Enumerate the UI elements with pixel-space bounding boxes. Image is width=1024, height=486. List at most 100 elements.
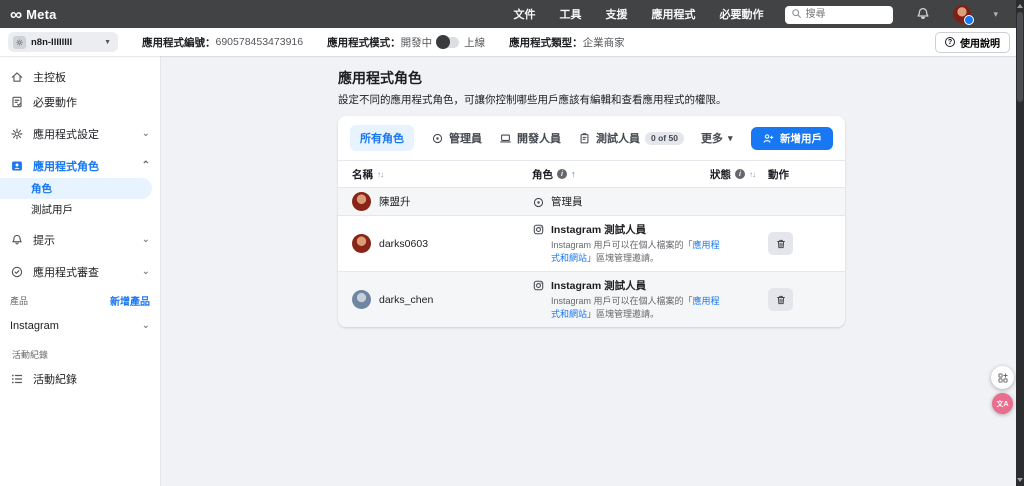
menu-tools[interactable]: 工具 (559, 6, 581, 22)
role-title: Instagram 測試人員 (551, 278, 721, 293)
extension-grid-button[interactable] (991, 366, 1014, 389)
scroll-up-arrow[interactable] (1017, 4, 1023, 8)
app-selector-caret-icon: ▼ (104, 39, 111, 46)
page-subtitle: 設定不同的應用程式角色，可讓你控制哪些用戶應該有編輯和查看應用程式的權限。 (338, 92, 1024, 107)
grid-plus-icon (997, 372, 1009, 384)
sidebar-subitem-test-users[interactable]: 測試用戶 (0, 199, 152, 220)
bell-icon (10, 233, 24, 247)
scroll-down-arrow[interactable] (1017, 478, 1023, 482)
help-button[interactable]: ? 使用說明 (935, 32, 1010, 53)
app-mode-toggle[interactable] (437, 37, 459, 48)
menu-required-actions[interactable]: 必要動作 (719, 6, 763, 22)
description-text: 」區塊管理邀請。 (587, 253, 659, 263)
translate-button[interactable]: 文A (992, 393, 1013, 414)
app-type-label: 應用程式類型： (509, 35, 583, 50)
top-menu: 文件 工具 支援 應用程式 必要動作 (513, 6, 763, 22)
brand-name: Meta (26, 7, 56, 22)
tab-label: 測試人員 (596, 130, 640, 146)
user-name-cell: darks0603 (352, 234, 532, 253)
tab-developers[interactable]: 開發人員 (499, 130, 561, 146)
activity-list-icon (10, 372, 24, 386)
sidebar-item-label: 應用程式設定 (33, 126, 99, 142)
facebook-badge-icon (964, 15, 974, 25)
roles-card: 所有角色 管理員 開發人員 測試人員 0 of 50 更多 ▾ (338, 116, 845, 327)
menu-docs[interactable]: 文件 (513, 6, 535, 22)
app-selector-dropdown[interactable]: n8n-IIIIIIII ▼ (8, 32, 118, 52)
role-description: Instagram 用戶可以在個人檔案的「應用程式和網站」區塊管理邀請。 (551, 239, 721, 265)
user-avatar[interactable] (953, 5, 971, 23)
sidebar-item-label: 應用程式角色 (33, 158, 99, 174)
roles-badge-icon (10, 159, 24, 173)
sidebar-item-app-settings[interactable]: 應用程式設定 ⌄ (0, 121, 160, 146)
sidebar-item-required-actions[interactable]: 必要動作 (0, 89, 160, 114)
column-header-action: 動作 (768, 167, 833, 182)
tab-label: 管理員 (449, 130, 482, 146)
delete-user-button[interactable] (768, 232, 793, 255)
sidebar-item-alerts[interactable]: 提示 ⌄ (0, 227, 160, 252)
description-text: Instagram 用戶可以在個人檔案的「 (551, 296, 693, 306)
user-name: darks0603 (379, 238, 428, 250)
column-header-status[interactable]: 狀態 i ↑↓ (710, 167, 768, 182)
app-type-value: 企業商家 (583, 35, 625, 50)
trash-icon (775, 294, 787, 306)
role-filter-tabs: 所有角色 管理員 開發人員 測試人員 0 of 50 更多 ▾ (338, 116, 845, 160)
sidebar-item-activity-log[interactable]: 活動紀錄 (0, 366, 160, 391)
sidebar-item-instagram[interactable]: Instagram ⌄ (0, 313, 160, 338)
tab-label: 開發人員 (517, 130, 561, 146)
home-icon (10, 70, 24, 84)
menu-apps[interactable]: 應用程式 (651, 6, 695, 22)
sidebar-item-app-roles[interactable]: 應用程式角色 ⌃ (0, 153, 160, 178)
tab-label: 更多 (701, 130, 723, 146)
column-header-name[interactable]: 名稱 ↑↓ (352, 167, 532, 182)
tab-administrators[interactable]: 管理員 (431, 130, 482, 146)
action-cell (768, 288, 833, 311)
tab-all-roles[interactable]: 所有角色 (350, 125, 414, 151)
tab-testers[interactable]: 測試人員 0 of 50 (578, 130, 684, 146)
tab-more[interactable]: 更多 ▾ (701, 130, 733, 146)
trash-icon (775, 238, 787, 250)
sort-icon: ↑↓ (749, 170, 755, 179)
sidebar-navigation: 主控板 必要動作 應用程式設定 ⌄ 應用程式角色 ⌃ 角色 測試用戶 提示 ⌄ (0, 56, 161, 486)
user-role-cell: Instagram 測試人員 Instagram 用戶可以在個人檔案的「應用程式… (532, 222, 710, 265)
app-icon (13, 36, 26, 49)
column-label: 角色 (532, 167, 553, 182)
app-mode-label: 應用程式模式： (327, 35, 401, 50)
column-header-role[interactable]: 角色 i ↑ (532, 167, 710, 182)
laptop-icon (499, 132, 512, 145)
role-label: 管理員 (551, 194, 583, 209)
user-role-cell: Instagram 測試人員 Instagram 用戶可以在個人檔案的「應用程式… (532, 278, 710, 321)
meta-logo[interactable]: ∞ Meta (10, 6, 57, 23)
table-row: darks0603 Instagram 測試人員 Instagram 用戶可以在… (338, 215, 845, 271)
delete-user-button[interactable] (768, 288, 793, 311)
menu-support[interactable]: 支援 (605, 6, 627, 22)
sidebar-item-label: 提示 (33, 232, 55, 248)
user-name-cell: 陳盟升 (352, 192, 532, 211)
scrollbar-thumb[interactable] (1017, 12, 1023, 102)
target-icon (532, 196, 545, 209)
vertical-scrollbar[interactable] (1016, 0, 1024, 486)
app-type-field: 應用程式類型： 企業商家 (509, 35, 625, 50)
sidebar-subitem-label: 角色 (31, 181, 52, 196)
task-list-icon (10, 95, 24, 109)
clipboard-icon (578, 132, 591, 145)
target-icon (431, 132, 444, 145)
sidebar-item-label: 主控板 (33, 69, 66, 85)
app-id-value: 690578453473916 (216, 36, 304, 48)
account-chevron-down-icon[interactable]: ▾ (993, 9, 998, 20)
sidebar-item-app-review[interactable]: 應用程式審查 ⌄ (0, 259, 160, 284)
action-cell (768, 232, 833, 255)
table-header: 名稱 ↑↓ 角色 i ↑ 狀態 i ↑↓ 動作 (338, 160, 845, 187)
sidebar-item-label: 活動紀錄 (33, 371, 77, 387)
add-user-button[interactable]: 新增用戶 (751, 127, 833, 150)
sidebar-item-dashboard[interactable]: 主控板 (0, 64, 160, 89)
app-mode-live-label: 上線 (464, 35, 485, 50)
sidebar-subitem-label: 測試用戶 (31, 202, 73, 217)
app-mode-dev-label: 開發中 (401, 35, 433, 50)
sidebar-subitem-roles[interactable]: 角色 (0, 178, 152, 199)
add-product-link[interactable]: 新增產品 (110, 293, 150, 308)
column-label: 名稱 (352, 167, 373, 182)
table-row: darks_chen Instagram 測試人員 Instagram 用戶可以… (338, 271, 845, 327)
notifications-bell-icon[interactable] (915, 6, 931, 22)
app-id-field: 應用程式編號： 690578453473916 (142, 35, 303, 50)
caret-down-icon: ▾ (728, 133, 733, 144)
